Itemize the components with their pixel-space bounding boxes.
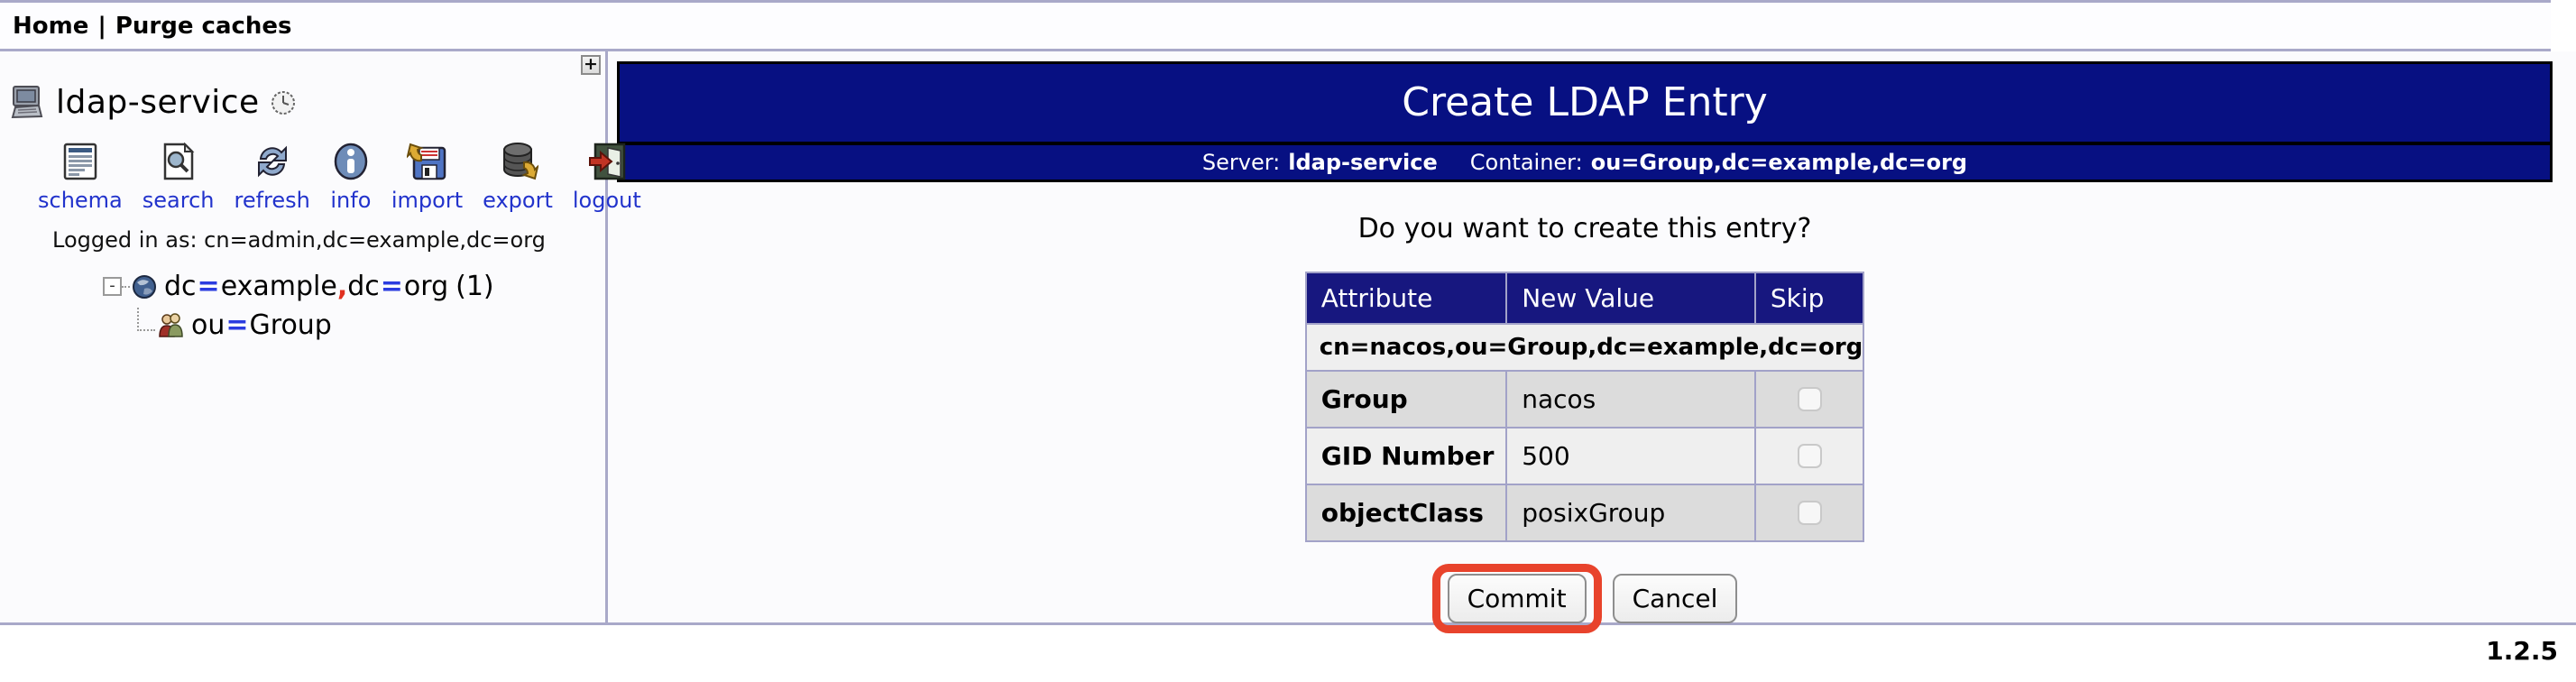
toolbar-item-schema[interactable]: schema: [38, 141, 123, 213]
content-row: + ldap-service schema search refresh inf…: [0, 51, 2576, 633]
confirm-question: Do you want to create this entry?: [1357, 213, 1812, 244]
tree-root-label: dc=example,dc=org (1): [164, 271, 494, 302]
skip-checkbox[interactable]: [1797, 501, 1822, 525]
attribute-name: objectClass: [1304, 484, 1508, 542]
home-link[interactable]: Home: [13, 13, 88, 40]
table-row: Group nacos: [1304, 370, 1865, 429]
server-name: ldap-service: [56, 84, 260, 121]
logged-in-as: Logged in as: cn=admin,dc=example,dc=org: [52, 227, 546, 253]
footer: 1.2.5: [0, 625, 2576, 679]
toolbar-label-search: search: [142, 188, 215, 213]
clock-icon: [271, 90, 295, 115]
button-row: Commit Cancel: [617, 564, 2553, 633]
table-row: GID Number 500: [1304, 427, 1865, 485]
tree-root-link[interactable]: dc=example,dc=org (1): [130, 271, 494, 302]
skip-cell: [1753, 427, 1865, 485]
tree-twig: [122, 285, 130, 288]
version-text: 1.2.5: [2486, 636, 2558, 666]
toolbar-item-import[interactable]: import: [391, 141, 463, 213]
tree-node-root: - dc=example,dc=org (1): [103, 271, 605, 302]
toolbar-label-refresh: refresh: [234, 188, 310, 213]
header-skip: Skip: [1753, 272, 1865, 325]
confirm-table: Attribute New Value Skip cn=nacos,ou=Gro…: [1304, 272, 1865, 542]
globe-icon: [133, 274, 156, 299]
purge-caches-link[interactable]: Purge caches: [115, 13, 292, 40]
page-banner: Create LDAP Entry Server: ldap-service C…: [617, 61, 2553, 182]
toolbar-label-info: info: [330, 188, 372, 213]
attribute-value: posixGroup: [1505, 484, 1756, 542]
collapse-toggle[interactable]: -: [103, 277, 122, 296]
toolbar-item-info[interactable]: info: [330, 141, 372, 213]
refresh-icon: [257, 145, 287, 178]
export-icon: [503, 143, 538, 180]
skip-checkbox[interactable]: [1797, 444, 1822, 468]
table-row: objectClass posixGroup: [1304, 484, 1865, 542]
table-header-row: Attribute New Value Skip: [1304, 272, 1865, 325]
attribute-value: nacos: [1505, 370, 1756, 429]
skip-cell: [1753, 484, 1865, 542]
banner-subtitle: Server: ldap-service Container: ou=Group…: [620, 142, 2550, 180]
server-value: ldap-service: [1288, 150, 1438, 175]
skip-checkbox[interactable]: [1797, 387, 1822, 411]
ldap-tree: - dc=example,dc=org (1) ou=Group: [0, 271, 605, 342]
toolbar-item-export[interactable]: export: [483, 141, 553, 213]
computer-icon: [11, 85, 43, 118]
top-nav-bar: Home | Purge caches: [0, 0, 2551, 51]
skip-cell: [1753, 370, 1865, 429]
header-attribute: Attribute: [1304, 272, 1508, 325]
entry-dn: cn=nacos,ou=Group,dc=example,dc=org: [1304, 323, 1865, 372]
group-icon: [159, 313, 183, 337]
info-icon: [334, 143, 368, 180]
toolbar-label-export: export: [483, 188, 553, 213]
attribute-name: Group: [1304, 370, 1508, 429]
container-label: Container:: [1469, 150, 1583, 175]
schema-icon: [63, 143, 97, 180]
attribute-value: 500: [1505, 427, 1756, 485]
server-header: ldap-service: [9, 84, 605, 121]
tree-child-link[interactable]: ou=Group: [155, 309, 332, 341]
container-value: ou=Group,dc=example,dc=org: [1590, 150, 1968, 175]
tree-node-ou-group: ou=Group: [137, 308, 605, 342]
cancel-button[interactable]: Cancel: [1612, 574, 1738, 623]
tree-child-label: ou=Group: [191, 309, 332, 341]
sidebar-toolbar: schema search refresh info import export…: [38, 141, 641, 213]
import-icon: [406, 143, 446, 180]
logout-icon: [588, 143, 626, 180]
main-panel: Create LDAP Entry Server: ldap-service C…: [608, 51, 2576, 633]
toolbar-label-logout: logout: [572, 188, 641, 213]
search-icon: [163, 142, 195, 180]
sidebar-expand-button[interactable]: +: [581, 55, 601, 75]
topbar-separator: |: [97, 12, 106, 40]
attribute-name: GID Number: [1304, 427, 1508, 485]
page-title: Create LDAP Entry: [1402, 79, 1768, 125]
server-label: Server:: [1201, 150, 1281, 175]
toolbar-label-import: import: [391, 188, 464, 213]
sidebar: + ldap-service schema search refresh inf…: [0, 51, 641, 625]
toolbar-item-refresh[interactable]: refresh: [235, 141, 310, 213]
commit-highlight-ring: Commit: [1431, 564, 1602, 633]
toolbar-item-search[interactable]: search: [143, 141, 215, 213]
toolbar-item-logout[interactable]: logout: [573, 141, 641, 213]
toolbar-label-schema: schema: [38, 188, 123, 213]
header-new-value: New Value: [1505, 272, 1756, 325]
commit-button[interactable]: Commit: [1447, 574, 1587, 623]
dn-row: cn=nacos,ou=Group,dc=example,dc=org: [1304, 323, 1865, 372]
tree-connector: [137, 308, 155, 331]
